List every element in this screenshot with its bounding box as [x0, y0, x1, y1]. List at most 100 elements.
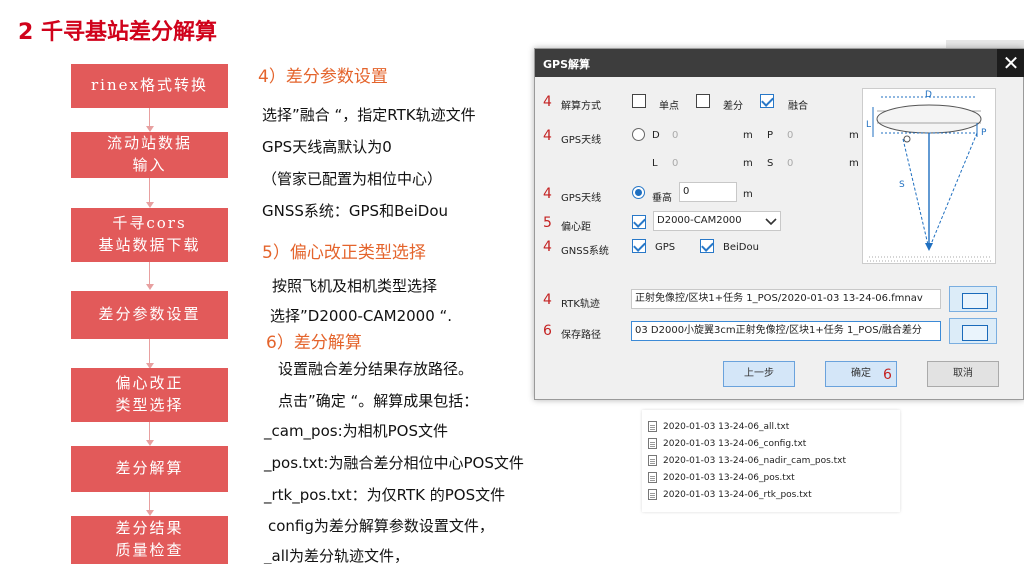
section-heading-solve: 6）差分解算 [266, 333, 362, 353]
flow-connector [149, 262, 150, 286]
flow-step-diff-params: 差分参数设置 [71, 291, 228, 339]
flow-step-text: 差分解算 [115, 459, 184, 478]
file-item[interactable]: 2020-01-03 13-24-06_config.txt [642, 435, 900, 452]
p-input[interactable]: 0 [787, 130, 793, 141]
antenna-diagram: D L P S [862, 88, 996, 264]
file-name: 2020-01-03 13-24-06_rtk_pos.txt [663, 489, 812, 500]
flow-connector [149, 492, 150, 512]
body-text: config为差分解算参数设置文件， [268, 517, 494, 535]
antenna-label: GPS天线 [561, 135, 602, 146]
flow-step-rover-input: 流动站数据 输入 [71, 132, 228, 178]
text-file-icon [648, 489, 657, 500]
flow-step-rinex: rinex格式转换 [71, 64, 228, 108]
body-text: GPS天线高默认为0 [262, 138, 392, 156]
single-point-checkbox[interactable] [632, 94, 646, 108]
text-file-icon [648, 455, 657, 466]
diagram-d-label: D [925, 90, 932, 100]
s-input[interactable]: 0 [787, 158, 793, 169]
flow-step-text: 输入 [132, 156, 167, 174]
beidou-checkbox[interactable] [700, 239, 714, 253]
flow-connector [149, 339, 150, 365]
save-folder-button[interactable] [949, 318, 997, 344]
flow-step-text: 千寻cors [112, 214, 187, 233]
p-label: P [767, 130, 774, 141]
differential-checkbox[interactable] [696, 94, 710, 108]
step-number: 5 [543, 215, 552, 231]
file-item[interactable]: 2020-01-03 13-24-06_nadir_cam_pos.txt [642, 452, 900, 469]
flow-step-text: 质量检查 [115, 541, 184, 559]
flow-connector [149, 178, 150, 204]
d-label: D [652, 130, 660, 141]
close-icon[interactable]: ✕ [997, 49, 1024, 77]
rtk-label: RTK轨迹 [561, 299, 600, 310]
prev-step-button[interactable]: 上一步 [723, 361, 795, 387]
gps-checkbox[interactable] [632, 239, 646, 253]
d-input[interactable]: 0 [672, 130, 678, 141]
diagram-s-label: S [899, 180, 905, 190]
single-point-label: 单点 [659, 101, 679, 112]
file-item[interactable]: 2020-01-03 13-24-06_rtk_pos.txt [642, 486, 900, 503]
rtk-folder-button[interactable] [949, 286, 997, 312]
slide-title: 2 千寻基站差分解算 [18, 20, 217, 45]
section-heading-params: 4）差分参数设置 [258, 67, 388, 87]
section-heading-offset: 5）偏心改正类型选择 [262, 243, 426, 263]
unit-label: m [743, 189, 753, 200]
step-number: 4 [543, 292, 552, 308]
file-name: 2020-01-03 13-24-06_all.txt [663, 421, 790, 432]
step-number: 6 [543, 323, 552, 339]
beidou-label: BeiDou [723, 242, 759, 253]
step-number: 4 [543, 186, 552, 202]
l-input[interactable]: 0 [672, 158, 678, 169]
arrow-down-icon [146, 284, 154, 290]
body-text: 设置融合差分结果存放路径。 [278, 360, 474, 378]
l-label: L [652, 158, 658, 169]
flow-step-text: 基站数据下载 [98, 236, 201, 254]
body-text: （管家已配置为相位中心） [262, 170, 443, 188]
body-text: _cam_pos:为相机POS文件 [264, 422, 448, 440]
antenna-dp-radio[interactable] [632, 128, 645, 141]
unit-label: m [743, 130, 753, 141]
body-text: 选择”D2000-CAM2000 “. [270, 307, 453, 325]
vertical-height-radio[interactable] [632, 186, 645, 199]
offset-checkbox[interactable] [632, 215, 646, 229]
text-file-icon [648, 438, 657, 449]
flow-step-offset-type: 偏心改正 类型选择 [71, 368, 228, 422]
flow-step-text: 差分结果 [115, 519, 184, 538]
file-name: 2020-01-03 13-24-06_pos.txt [663, 472, 795, 483]
text-file-icon [648, 421, 657, 432]
flow-step-quality-check: 差分结果 质量检查 [71, 516, 228, 564]
antenna-height-input[interactable]: 0 [679, 182, 737, 202]
body-text: _pos.txt:为融合差分相位中心POS文件 [264, 454, 524, 472]
differential-label: 差分 [723, 101, 743, 112]
body-text: _rtk_pos.txt：为仅RTK 的POS文件 [264, 486, 506, 504]
confirm-label: 确定 [851, 368, 871, 379]
dialog-title: GPS解算 [543, 58, 591, 71]
diagram-p-label: P [981, 128, 987, 138]
antenna-height-label: GPS天线 [561, 193, 602, 204]
output-file-list: 2020-01-03 13-24-06_all.txt 2020-01-03 1… [642, 410, 900, 512]
flow-connector [149, 422, 150, 442]
cancel-button[interactable]: 取消 [927, 361, 999, 387]
step-number: 4 [543, 239, 552, 255]
fusion-checkbox[interactable] [760, 94, 774, 108]
text-file-icon [648, 472, 657, 483]
dialog-titlebar[interactable]: GPS解算 ✕ [535, 49, 1024, 77]
unit-label: m [849, 130, 859, 141]
file-item[interactable]: 2020-01-03 13-24-06_pos.txt [642, 469, 900, 486]
file-item[interactable]: 2020-01-03 13-24-06_all.txt [642, 418, 900, 435]
diagram-l-label: L [866, 120, 871, 130]
step-number: 4 [543, 128, 552, 144]
save-path-input[interactable]: 03 D2000小旋翼3cm正射免像控/区块1+任务 1_POS/融合差分 [631, 321, 941, 341]
flow-step-text: 差分参数设置 [98, 305, 201, 324]
offset-select-value: D2000-CAM2000 [657, 215, 742, 226]
flow-step-text: 流动站数据 [106, 134, 192, 153]
file-name: 2020-01-03 13-24-06_nadir_cam_pos.txt [663, 455, 847, 466]
gps-label: GPS [655, 242, 676, 253]
offset-select[interactable]: D2000-CAM2000 [653, 211, 781, 231]
file-name: 2020-01-03 13-24-06_config.txt [663, 438, 807, 449]
save-path-label: 保存路径 [561, 330, 601, 341]
antenna-diagram-svg: D L P S [866, 90, 993, 262]
solve-mode-label: 解算方式 [561, 101, 601, 112]
chevron-down-icon[interactable] [763, 213, 779, 229]
rtk-path-input[interactable]: 正射免像控/区块1+任务 1_POS/2020-01-03 13-24-06.f… [631, 289, 941, 309]
